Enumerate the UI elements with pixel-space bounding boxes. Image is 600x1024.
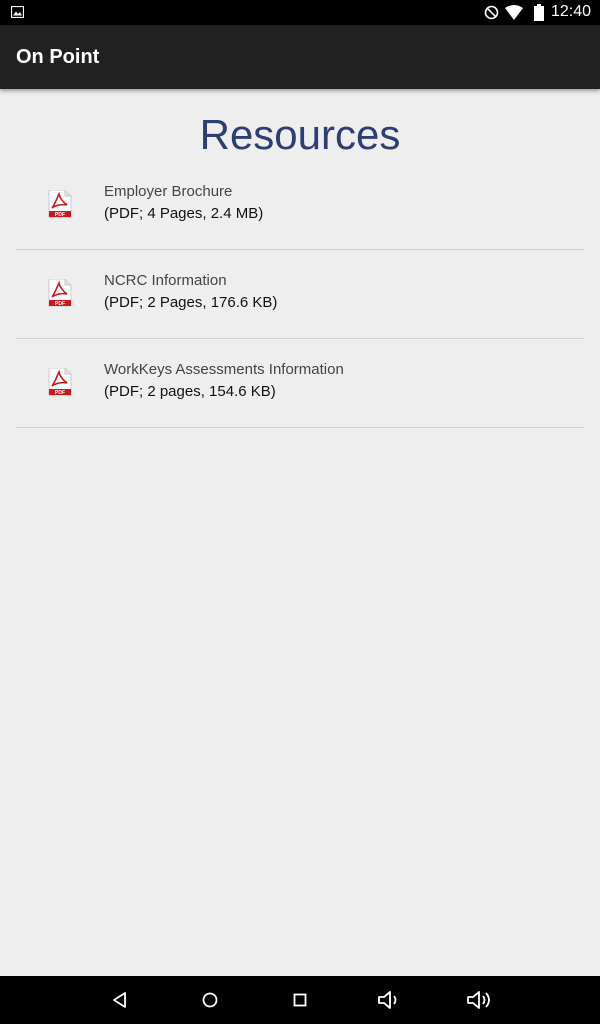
svg-text:PDF: PDF	[55, 212, 65, 218]
svg-text:PDF: PDF	[55, 390, 65, 396]
app-title: On Point	[16, 46, 100, 68]
resource-name: NCRC Information	[104, 272, 227, 289]
resource-item-ncrc-information[interactable]: PDF NCRC Information (PDF; 2 Pages, 176.…	[16, 250, 584, 339]
pdf-icon: PDF	[48, 368, 72, 396]
page-title: Resources	[199, 111, 401, 158]
volume-down-icon[interactable]	[376, 988, 404, 1012]
do-not-disturb-icon	[484, 5, 499, 20]
resource-list: PDF Employer Brochure (PDF; 4 Pages, 2.4…	[16, 161, 584, 428]
app-bar: On Point	[0, 25, 600, 89]
resource-details: (PDF; 2 Pages, 176.6 KB)	[104, 294, 278, 311]
resource-item-workkeys-assessments[interactable]: PDF WorkKeys Assessments Information (PD…	[16, 339, 584, 428]
pdf-icon: PDF	[48, 190, 72, 218]
status-clock: 12:40	[551, 3, 592, 20]
battery-icon	[534, 4, 544, 21]
volume-up-icon[interactable]	[465, 988, 495, 1012]
wifi-icon	[505, 5, 523, 20]
back-icon[interactable]	[108, 988, 132, 1012]
navigation-bar	[0, 976, 600, 1024]
recents-icon[interactable]	[288, 988, 312, 1012]
image-notification-icon	[11, 6, 24, 18]
pdf-icon: PDF	[48, 279, 72, 307]
svg-text:PDF: PDF	[55, 301, 65, 307]
resource-details: (PDF; 2 pages, 154.6 KB)	[104, 383, 276, 400]
resource-item-employer-brochure[interactable]: PDF Employer Brochure (PDF; 4 Pages, 2.4…	[16, 161, 584, 250]
main-content: Resources PDF Employer Brochure (PDF; 4 …	[0, 89, 600, 976]
resource-name: WorkKeys Assessments Information	[104, 361, 344, 378]
home-icon[interactable]	[198, 988, 222, 1012]
resource-name: Employer Brochure	[104, 183, 233, 200]
resource-details: (PDF; 4 Pages, 2.4 MB)	[104, 205, 264, 222]
status-bar: 12:40	[0, 0, 600, 25]
